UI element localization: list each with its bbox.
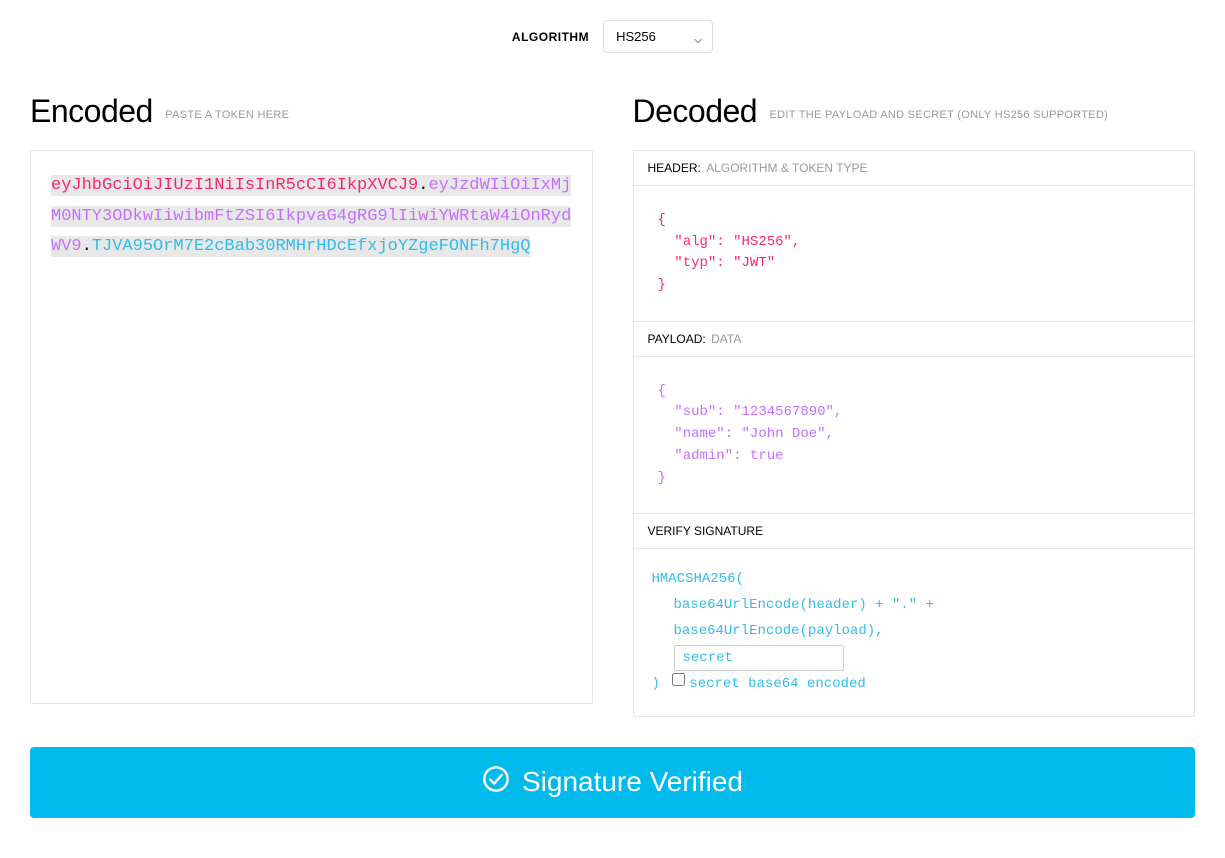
signature-fn-close: )	[652, 676, 660, 692]
decoded-title: Decoded	[633, 93, 758, 130]
decoded-subtitle: EDIT THE PAYLOAD AND SECRET (ONLY HS256 …	[770, 109, 1109, 121]
secret-input[interactable]	[674, 645, 844, 671]
signature-line2: base64UrlEncode(payload),	[674, 619, 1177, 645]
header-json-editor[interactable]: { "alg": "HS256", "typ": "JWT" }	[634, 186, 1195, 322]
algorithm-label: ALGORITHM	[512, 30, 589, 44]
algorithm-row: ALGORITHM HS256	[0, 20, 1225, 53]
decoded-column: Decoded EDIT THE PAYLOAD AND SECRET (ONL…	[633, 93, 1196, 717]
payload-section-label: PAYLOAD: DATA	[634, 322, 1195, 357]
encoded-subtitle: PASTE A TOKEN HERE	[165, 109, 289, 121]
chevron-down-icon	[694, 33, 702, 41]
signature-verified-bar: Signature Verified	[30, 747, 1195, 818]
signature-body: HMACSHA256( base64UrlEncode(header) + ".…	[634, 549, 1195, 715]
token-signature-segment: TJVA95OrM7E2cBab30RMHrHDcEfxjoYZgeFONFh7…	[92, 237, 531, 256]
encoded-token-input[interactable]: eyJhbGciOiJIUzI1NiIsInR5cCI6IkpXVCJ9.eyJ…	[37, 157, 586, 277]
payload-json-editor[interactable]: { "sub": "1234567890", "name": "John Doe…	[634, 357, 1195, 514]
token-header-segment: eyJhbGciOiJIUzI1NiIsInR5cCI6IkpXVCJ9	[51, 176, 418, 195]
signature-section-label: VERIFY SIGNATURE	[634, 514, 1195, 549]
token-dot: .	[418, 176, 428, 195]
signature-line1: base64UrlEncode(header) + "." +	[674, 593, 1177, 619]
encoded-column: Encoded PASTE A TOKEN HERE eyJhbGciOiJIU…	[30, 93, 593, 717]
secret-base64-label: secret base64 encoded	[689, 676, 865, 692]
secret-base64-checkbox[interactable]	[672, 673, 685, 686]
header-section-label: HEADER: ALGORITHM & TOKEN TYPE	[634, 151, 1195, 186]
decoded-box: HEADER: ALGORITHM & TOKEN TYPE { "alg": …	[633, 150, 1196, 717]
encoded-title: Encoded	[30, 93, 153, 130]
algorithm-selected-value: HS256	[616, 29, 656, 44]
check-circle-icon	[482, 765, 510, 800]
algorithm-select[interactable]: HS256	[603, 20, 713, 53]
signature-verified-text: Signature Verified	[522, 766, 743, 798]
encoded-box: eyJhbGciOiJIUzI1NiIsInR5cCI6IkpXVCJ9.eyJ…	[30, 150, 593, 704]
token-dot: .	[82, 237, 92, 256]
signature-fn-open: HMACSHA256(	[652, 571, 744, 587]
